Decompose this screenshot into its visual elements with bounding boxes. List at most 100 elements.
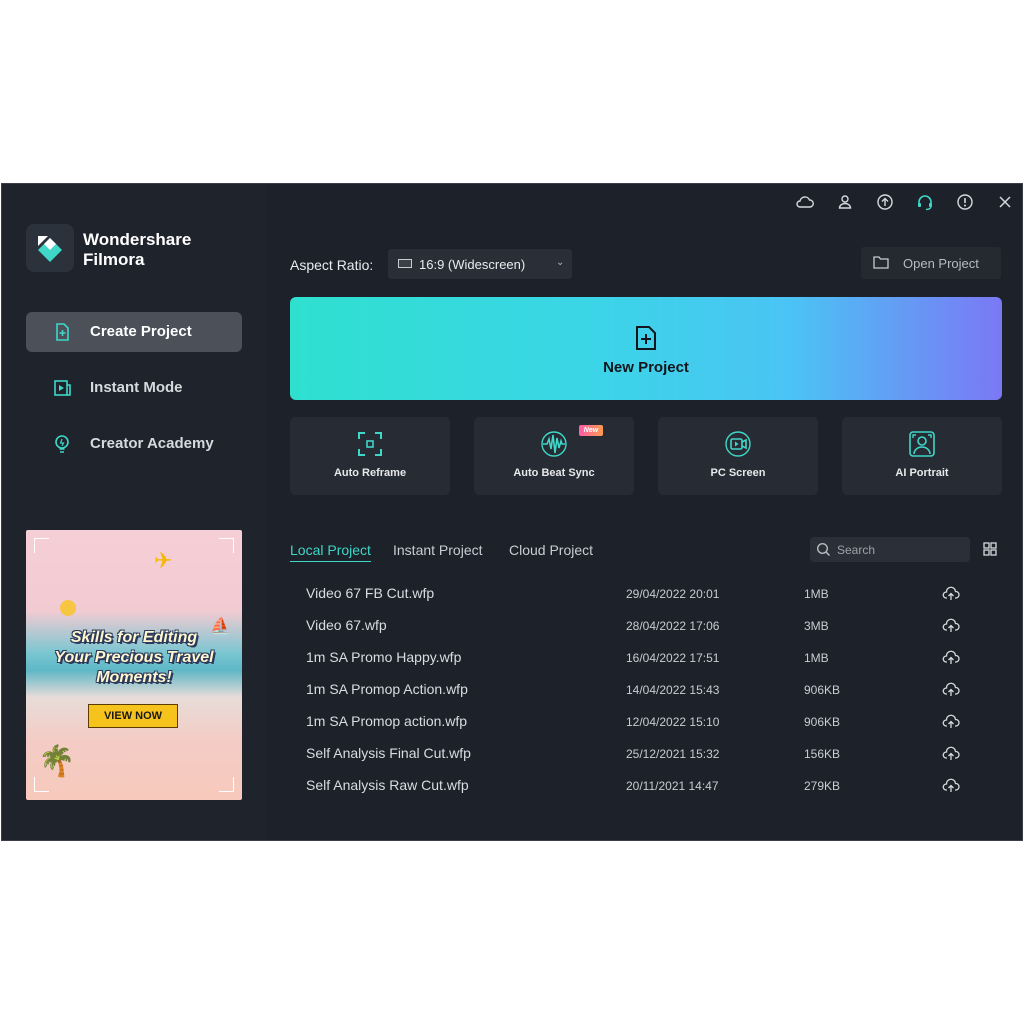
sun-icon — [60, 600, 76, 616]
new-project-label: New Project — [603, 359, 689, 376]
table-row[interactable]: Video 67 FB Cut.wfp 29/04/2022 20:01 1MB — [266, 577, 1022, 609]
open-project-label: Open Project — [903, 256, 979, 271]
user-icon[interactable] — [835, 192, 855, 212]
sidebar-item-creator-academy[interactable]: Creator Academy — [26, 424, 242, 464]
pc-screen-button[interactable]: PC Screen — [658, 417, 818, 495]
project-name: Video 67 FB Cut.wfp — [306, 585, 435, 601]
project-name: Self Analysis Raw Cut.wfp — [306, 777, 469, 793]
project-size: 279KB — [804, 779, 841, 793]
project-name: 1m SA Promop Action.wfp — [306, 681, 468, 697]
reframe-icon — [358, 432, 382, 456]
filmora-logo — [26, 224, 74, 272]
table-row[interactable]: 1m SA Promo Happy.wfp 16/04/2022 17:51 1… — [266, 641, 1022, 673]
project-date: 14/04/2022 15:43 — [626, 683, 720, 697]
search-placeholder: Search — [837, 543, 876, 557]
info-icon[interactable] — [955, 192, 975, 212]
sidebar-item-create-project[interactable]: Create Project — [26, 312, 242, 352]
sidebar-item-label: Instant Mode — [90, 379, 183, 396]
close-icon[interactable] — [995, 192, 1015, 212]
table-row[interactable]: Video 67.wfp 28/04/2022 17:06 3MB — [266, 609, 1022, 641]
project-size: 1MB — [804, 587, 829, 601]
aspect-ratio-label: Aspect Ratio: — [290, 257, 374, 273]
headset-icon[interactable] — [915, 192, 935, 212]
brand-name: Wondershare Filmora — [83, 230, 191, 270]
sidebar: Wondershare Filmora Create Project Insta… — [2, 184, 266, 840]
new-file-icon — [636, 326, 656, 350]
tool-label: PC Screen — [710, 467, 766, 479]
new-project-button[interactable]: New Project — [290, 297, 1002, 400]
cloud-upload-icon[interactable] — [942, 584, 960, 602]
airplane-icon: ✈ — [154, 548, 173, 573]
screen-icon — [398, 259, 412, 268]
project-date: 25/12/2021 15:32 — [626, 747, 720, 761]
chevron-down-icon: ⌄ — [556, 257, 565, 268]
search-icon — [816, 542, 831, 557]
aspect-ratio-dropdown[interactable]: 16:9 (Widescreen) ⌄ — [388, 249, 572, 279]
cloud-upload-icon[interactable] — [942, 648, 960, 666]
promo-headline-line2: Your Precious Travel — [54, 649, 214, 666]
promo-banner[interactable]: ✈ ⛵ Skills for Editing Your Precious Tra… — [26, 530, 242, 800]
instant-mode-icon — [54, 380, 71, 396]
frame-corner — [219, 538, 234, 553]
frame-corner — [219, 777, 234, 792]
auto-reframe-button[interactable]: Auto Reframe — [290, 417, 450, 495]
table-row[interactable]: Self Analysis Final Cut.wfp 25/12/2021 1… — [266, 737, 1022, 769]
new-file-icon — [56, 323, 69, 341]
project-date: 28/04/2022 17:06 — [626, 619, 720, 633]
open-project-button[interactable]: Open Project — [861, 247, 1001, 279]
palm-tree-icon: 🌴 — [38, 745, 76, 778]
promo-headline-line1: Skills for Editing — [70, 629, 198, 646]
sidebar-item-label: Create Project — [90, 323, 192, 340]
project-date: 12/04/2022 15:10 — [626, 715, 720, 729]
table-row[interactable]: Self Analysis Raw Cut.wfp 20/11/2021 14:… — [266, 769, 1022, 801]
beat-sync-icon — [541, 431, 567, 457]
brand-line2: Filmora — [83, 250, 145, 269]
project-name: Self Analysis Final Cut.wfp — [306, 745, 471, 761]
main-panel: Aspect Ratio: 16:9 (Widescreen) ⌄ Open P… — [266, 184, 1022, 840]
promo-headline: Skills for Editing Your Precious Travel … — [36, 628, 232, 688]
project-size: 3MB — [804, 619, 829, 633]
cloud-upload-icon[interactable] — [942, 712, 960, 730]
project-name: 1m SA Promo Happy.wfp — [306, 649, 462, 665]
filmora-logo-icon — [38, 236, 62, 262]
sidebar-item-instant-mode[interactable]: Instant Mode — [26, 368, 242, 408]
cloud-upload-icon[interactable] — [942, 616, 960, 634]
project-name: Video 67.wfp — [306, 617, 387, 633]
tab-instant-project[interactable]: Instant Project — [393, 542, 483, 558]
table-row[interactable]: 1m SA Promop action.wfp 12/04/2022 15:10… — [266, 705, 1022, 737]
cloud-upload-icon[interactable] — [942, 680, 960, 698]
brand-line1: Wondershare — [83, 230, 192, 249]
project-size: 906KB — [804, 715, 841, 729]
cloud-icon[interactable] — [795, 192, 815, 212]
auto-beat-sync-button[interactable]: New Auto Beat Sync — [474, 417, 634, 495]
view-now-button[interactable]: VIEW NOW — [88, 704, 178, 728]
project-date: 20/11/2021 14:47 — [626, 779, 719, 793]
tab-local-project[interactable]: Local Project — [290, 542, 371, 562]
lightbulb-icon — [55, 435, 69, 453]
frame-corner — [34, 538, 49, 553]
cloud-upload-icon[interactable] — [942, 744, 960, 762]
screen-record-icon — [725, 431, 751, 457]
project-size: 1MB — [804, 651, 829, 665]
promo-headline-line3: Moments! — [96, 669, 172, 686]
cloud-upload-icon[interactable] — [942, 776, 960, 794]
tab-cloud-project[interactable]: Cloud Project — [509, 542, 593, 558]
filmora-window: Wondershare Filmora Create Project Insta… — [1, 183, 1023, 841]
table-row[interactable]: 1m SA Promop Action.wfp 14/04/2022 15:43… — [266, 673, 1022, 705]
tool-label: Auto Beat Sync — [513, 467, 595, 479]
sidebar-item-label: Creator Academy — [90, 435, 214, 452]
project-size: 906KB — [804, 683, 841, 697]
tool-label: Auto Reframe — [333, 467, 407, 479]
project-date: 29/04/2022 20:01 — [626, 587, 720, 601]
grid-view-icon[interactable] — [982, 541, 998, 557]
project-date: 16/04/2022 17:51 — [626, 651, 720, 665]
frame-corner — [34, 777, 49, 792]
ai-portrait-button[interactable]: AI Portrait — [842, 417, 1002, 495]
folder-icon — [873, 256, 889, 269]
new-badge: New — [579, 425, 603, 436]
aspect-ratio-value: 16:9 (Widescreen) — [419, 257, 526, 272]
project-size: 156KB — [804, 747, 841, 761]
tool-label: AI Portrait — [895, 467, 949, 479]
search-input[interactable]: Search — [810, 537, 970, 562]
upload-icon[interactable] — [875, 192, 895, 212]
